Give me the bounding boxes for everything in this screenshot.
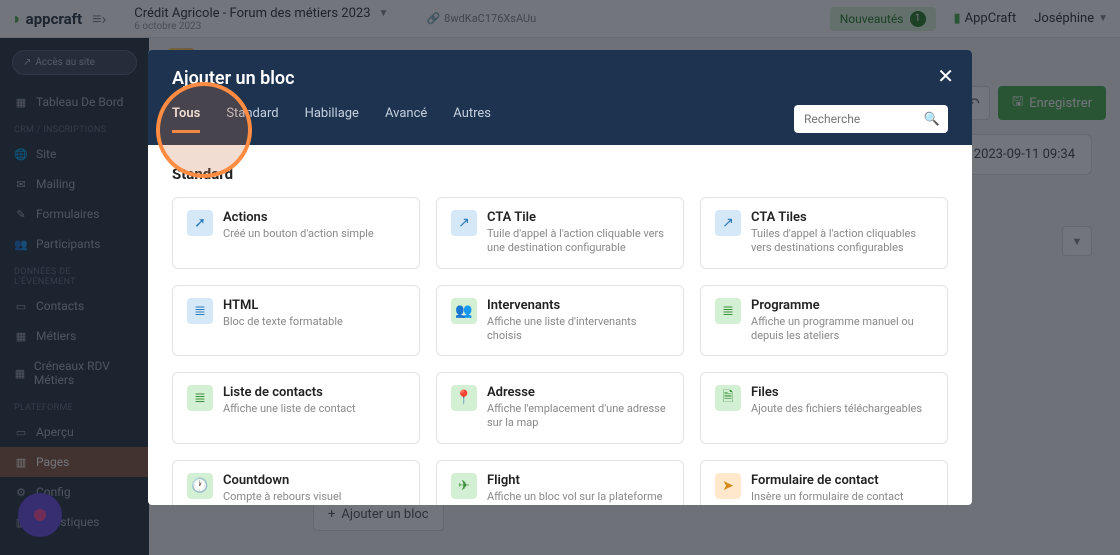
block-desc: Affiche un programme manuel ou depuis le…: [751, 315, 933, 344]
block-card[interactable]: 📍 Adresse Affiche l'emplacement d'une adre…: [436, 372, 684, 444]
block-icon: 📍: [451, 385, 477, 411]
section-title: Standard: [172, 165, 948, 183]
block-desc: Créé un bouton d'action simple: [223, 227, 374, 241]
block-icon: 🕐: [187, 473, 213, 499]
close-icon: ✕: [937, 64, 954, 88]
block-title: Flight: [487, 473, 663, 488]
block-title: HTML: [223, 298, 343, 313]
modal-title: Ajouter un bloc: [172, 68, 948, 89]
search-wrap: 🔍: [794, 105, 948, 133]
block-icon: ➤: [715, 473, 741, 499]
block-text: Flight Affiche un bloc vol sur la platefo…: [487, 473, 663, 504]
tab-habillage[interactable]: Habillage: [305, 106, 359, 133]
tab-tous[interactable]: Tous: [172, 106, 200, 133]
modal-tabs: Tous Standard Habillage Avancé Autres: [172, 106, 491, 133]
close-button[interactable]: ✕: [937, 64, 954, 88]
block-text: Countdown Compte à rebours visuel: [223, 473, 342, 504]
block-icon: ↗: [715, 210, 741, 236]
block-desc: Tuiles d'appel à l'action cliquables ver…: [751, 227, 933, 256]
block-title: CTA Tile: [487, 210, 669, 225]
block-title: CTA Tiles: [751, 210, 933, 225]
block-text: Intervenants Affiche une liste d'interven…: [487, 298, 669, 344]
block-card[interactable]: 🗎 Files Ajoute des fichiers téléchargeable…: [700, 372, 948, 444]
add-block-modal: Ajouter un bloc ✕ Tous Standard Habillag…: [148, 50, 972, 505]
block-icon: ≣: [187, 385, 213, 411]
block-card[interactable]: ≣ Liste de contacts Affiche une liste de c…: [172, 372, 420, 444]
tab-autres[interactable]: Autres: [453, 106, 491, 133]
block-text: Actions Créé un bouton d'action simple: [223, 210, 374, 256]
block-text: Programme Affiche un programme manuel ou …: [751, 298, 933, 344]
block-icon: ≣: [715, 298, 741, 324]
block-card[interactable]: ↗ CTA Tile Tuile d'appel à l'action cliqua…: [436, 197, 684, 269]
block-title: Countdown: [223, 473, 342, 488]
block-title: Programme: [751, 298, 933, 313]
block-text: Files Ajoute des fichiers téléchargeables: [751, 385, 922, 431]
block-text: HTML Bloc de texte formatable: [223, 298, 343, 344]
block-text: CTA Tile Tuile d'appel à l'action cliquab…: [487, 210, 669, 256]
block-title: Intervenants: [487, 298, 669, 313]
block-card[interactable]: ↗ CTA Tiles Tuiles d'appel à l'action cliq…: [700, 197, 948, 269]
block-text: Adresse Affiche l'emplacement d'une adres…: [487, 385, 669, 431]
search-icon: 🔍: [924, 112, 940, 127]
block-card[interactable]: ≣ HTML Bloc de texte formatable: [172, 285, 420, 357]
block-desc: Affiche une liste de contact: [223, 402, 356, 416]
block-grid: ➚ Actions Créé un bouton d'action simple ↗ C…: [172, 197, 948, 505]
modal-overlay[interactable]: Ajouter un bloc ✕ Tous Standard Habillag…: [0, 0, 1120, 555]
block-icon: ↗: [451, 210, 477, 236]
modal-body: Standard ➚ Actions Créé un bouton d'action…: [148, 145, 972, 505]
block-desc: Affiche une liste d'intervenants choisis: [487, 315, 669, 344]
block-title: Actions: [223, 210, 374, 225]
block-title: Liste de contacts: [223, 385, 356, 400]
block-text: Formulaire de contact Insère un formulair…: [751, 473, 904, 504]
block-desc: Affiche un bloc vol sur la plateforme: [487, 490, 663, 504]
block-title: Files: [751, 385, 922, 400]
block-card[interactable]: ≣ Programme Affiche un programme manuel ou…: [700, 285, 948, 357]
block-title: Adresse: [487, 385, 669, 400]
block-icon: ≣: [187, 298, 213, 324]
block-desc: Affiche l'emplacement d'une adresse sur …: [487, 402, 669, 431]
block-icon: ➚: [187, 210, 213, 236]
block-icon: ✈: [451, 473, 477, 499]
block-card[interactable]: ➤ Formulaire de contact Insère un formulai…: [700, 460, 948, 505]
block-desc: Insère un formulaire de contact: [751, 490, 904, 504]
tab-avance[interactable]: Avancé: [385, 106, 427, 133]
block-desc: Bloc de texte formatable: [223, 315, 343, 329]
tab-standard[interactable]: Standard: [226, 106, 278, 133]
block-card[interactable]: 🕐 Countdown Compte à rebours visuel: [172, 460, 420, 505]
block-title: Formulaire de contact: [751, 473, 904, 488]
modal-header: Ajouter un bloc ✕ Tous Standard Habillag…: [148, 50, 972, 145]
block-icon: 🗎: [715, 385, 741, 411]
block-desc: Tuile d'appel à l'action cliquable vers …: [487, 227, 669, 256]
block-desc: Compte à rebours visuel: [223, 490, 342, 504]
block-card[interactable]: ✈ Flight Affiche un bloc vol sur la platef…: [436, 460, 684, 505]
block-text: Liste de contacts Affiche une liste de co…: [223, 385, 356, 431]
block-icon: 👥: [451, 298, 477, 324]
block-text: CTA Tiles Tuiles d'appel à l'action cliqu…: [751, 210, 933, 256]
block-card[interactable]: 👥 Intervenants Affiche une liste d'interve…: [436, 285, 684, 357]
block-card[interactable]: ➚ Actions Créé un bouton d'action simple: [172, 197, 420, 269]
block-desc: Ajoute des fichiers téléchargeables: [751, 402, 922, 416]
